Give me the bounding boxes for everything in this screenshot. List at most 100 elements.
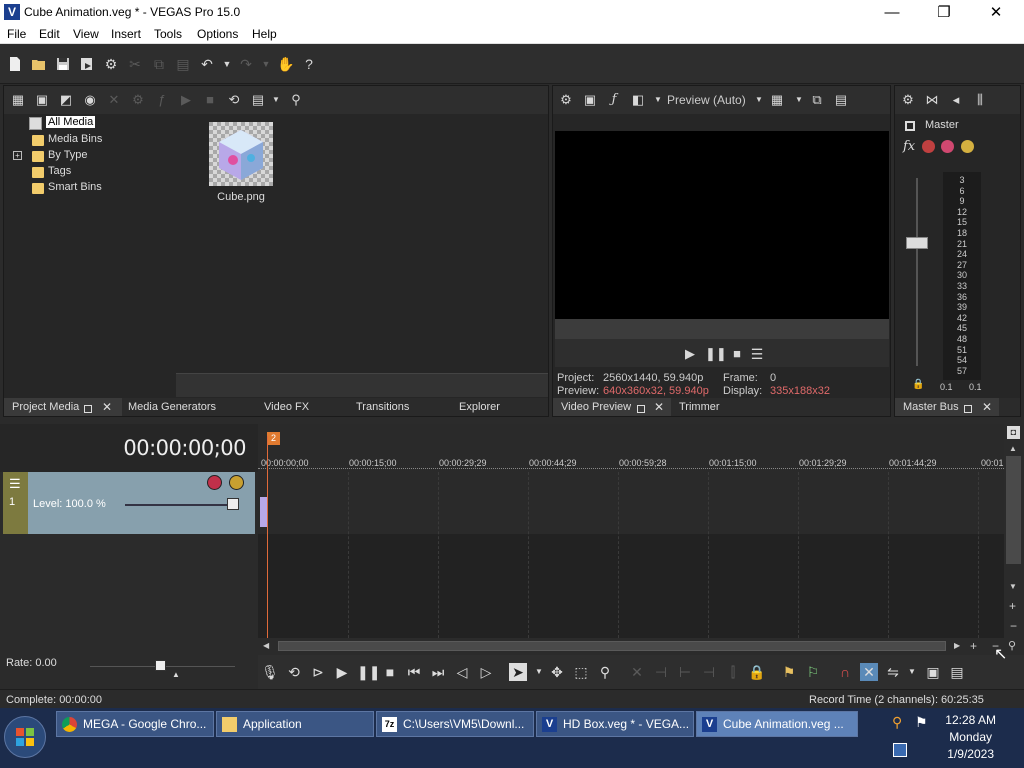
automation-icon[interactable]	[922, 140, 935, 153]
loop-playback-icon[interactable]: ⟲	[285, 663, 303, 681]
timeline-ruler[interactable]: 2 00:00:00;00 00:00:15;00 00:00:29;29 00…	[258, 424, 1004, 472]
track-mute-icon[interactable]	[207, 475, 222, 490]
pause-icon[interactable]: ❚❚	[357, 663, 380, 681]
search-tray-icon[interactable]: ⚲	[892, 714, 902, 731]
scroll-down-icon[interactable]: ▼	[1009, 582, 1017, 591]
split-dropdown-icon[interactable]: ▼	[650, 92, 666, 108]
lock-event-icon[interactable]: 🔒	[748, 663, 766, 681]
timeline-tracks-area[interactable]	[258, 472, 1004, 638]
tree-item-smart-bins[interactable]: Smart Bins	[48, 181, 102, 193]
close-tab-icon[interactable]: ✕	[982, 400, 992, 414]
timeline-horizontal-scrollbar[interactable]: ◀ ▶ + − ⚲	[258, 638, 1024, 655]
close-tab-icon[interactable]: ✕	[102, 400, 112, 414]
scroll-right-icon[interactable]: ▶	[954, 641, 960, 650]
network-tray-icon[interactable]	[893, 743, 907, 757]
preview-screen[interactable]	[555, 131, 889, 319]
master-properties-gear-icon[interactable]: ⚙	[900, 92, 916, 108]
menu-tools[interactable]: Tools	[154, 27, 182, 41]
capture-video-icon[interactable]: ▣	[34, 92, 50, 108]
ignore-event-grouping-icon[interactable]: ▤	[948, 663, 966, 681]
get-media-from-web-icon[interactable]: ◩	[58, 92, 74, 108]
tab-media-generators[interactable]: Media Generators	[128, 401, 216, 413]
taskbar-item-chrome[interactable]: MEGA - Google Chro...	[56, 711, 214, 737]
stop-preview-icon[interactable]: ■	[202, 92, 218, 108]
tab-trimmer[interactable]: Trimmer	[679, 401, 720, 413]
preview-properties-gear-icon[interactable]: ⚙	[558, 92, 574, 108]
properties-gear-icon[interactable]: ⚙	[103, 56, 119, 72]
timeline-vertical-scrollbar[interactable]: ◘ ▲ ▼ + −	[1004, 424, 1024, 638]
lock-envelopes-icon[interactable]: ▣	[924, 663, 942, 681]
tab-project-media[interactable]: Project Media	[12, 401, 79, 413]
master-fader-handle[interactable]	[906, 237, 928, 249]
go-to-end-icon[interactable]: ⏭	[429, 663, 447, 681]
menu-file[interactable]: File	[7, 27, 26, 41]
undo-icon[interactable]: ↶	[199, 56, 215, 72]
tree-item-tags[interactable]: Tags	[48, 165, 71, 177]
taskbar-item-7zip[interactable]: 7z C:\Users\VM5\Downl...	[376, 711, 534, 737]
stop-icon[interactable]: ■	[381, 663, 399, 681]
tab-video-preview[interactable]: Video Preview	[561, 401, 631, 413]
trim-end-icon[interactable]: ⊣	[700, 663, 718, 681]
minimize-button[interactable]: —	[869, 0, 915, 25]
mute-icon[interactable]	[941, 140, 954, 153]
menu-help[interactable]: Help	[252, 27, 277, 41]
copy-snapshot-icon[interactable]: ⧉	[809, 92, 825, 108]
snapping-magnet-icon[interactable]: ∩	[836, 663, 854, 681]
media-fx-icon[interactable]: ƒ	[154, 92, 170, 108]
video-output-fx-icon[interactable]: ƒ	[606, 92, 622, 108]
mixer-faders-icon[interactable]: ⫼	[972, 92, 988, 108]
media-item-cube[interactable]	[209, 122, 273, 186]
auto-crossfade-icon[interactable]: ✕	[860, 663, 878, 681]
vertical-scroll-thumb[interactable]	[1006, 456, 1021, 564]
remove-media-icon[interactable]: ✕	[106, 92, 122, 108]
taskbar-item-explorer[interactable]: Application	[216, 711, 374, 737]
scroll-up-icon[interactable]: ▲	[1009, 444, 1017, 453]
timecode-display[interactable]: 00:00:00;00	[123, 436, 246, 460]
expand-by-type-toggle[interactable]: +	[13, 151, 22, 160]
insert-region-icon[interactable]: ⚐	[804, 663, 822, 681]
get-photos-icon[interactable]: ◉	[82, 92, 98, 108]
tab-video-fx[interactable]: Video FX	[264, 401, 309, 413]
redo-icon[interactable]: ↷	[238, 56, 254, 72]
views-dropdown-icon[interactable]: ▼	[268, 92, 284, 108]
save-snapshot-icon[interactable]: ▤	[833, 92, 849, 108]
split-icon[interactable]: ⫿	[724, 663, 742, 681]
render-as-icon[interactable]	[79, 56, 95, 72]
menu-edit[interactable]: Edit	[39, 27, 60, 41]
preview-quality-dropdown-icon[interactable]: ▼	[751, 92, 767, 108]
pause-icon[interactable]: ❚❚	[705, 346, 727, 362]
previous-frame-icon[interactable]: ◁	[453, 663, 471, 681]
tab-transitions[interactable]: Transitions	[356, 401, 409, 413]
search-icon[interactable]: ⚲	[288, 92, 304, 108]
normal-edit-tool-icon[interactable]: ➤	[509, 663, 527, 681]
redo-dropdown-icon[interactable]: ▼	[258, 56, 274, 72]
video-track-lane[interactable]	[258, 472, 1004, 534]
save-icon[interactable]	[55, 56, 71, 72]
go-to-start-icon[interactable]: ⏮	[405, 663, 423, 681]
rate-slider-handle[interactable]	[155, 660, 166, 671]
track-level-slider[interactable]	[125, 504, 235, 506]
tree-item-media-bins[interactable]: Media Bins	[48, 133, 102, 145]
horizontal-scroll-thumb[interactable]	[278, 641, 946, 651]
zoom-in-horizontal-icon[interactable]: +	[970, 639, 977, 653]
tree-item-all-media[interactable]: All Media	[46, 116, 96, 128]
insert-marker-icon[interactable]: ⚑	[780, 663, 798, 681]
master-select-icon[interactable]	[905, 121, 915, 131]
copy-icon[interactable]: ⧉	[151, 56, 167, 72]
views-icon[interactable]: ▤	[250, 92, 266, 108]
media-properties-icon[interactable]: ⚙	[130, 92, 146, 108]
solo-icon[interactable]	[961, 140, 974, 153]
dim-output-icon[interactable]: ◂	[948, 92, 964, 108]
menu-view[interactable]: View	[73, 27, 99, 41]
trim-start-icon[interactable]: ⊢	[676, 663, 694, 681]
import-media-icon[interactable]: ▦	[10, 92, 26, 108]
close-button[interactable]: ✕	[973, 0, 1019, 25]
zoom-selection-icon[interactable]: ⚲	[596, 663, 614, 681]
lock-icon[interactable]: 🔒	[912, 379, 924, 390]
open-folder-icon[interactable]	[31, 56, 47, 72]
taskbar-item-vegas-hd-box[interactable]: V HD Box.veg * - VEGA...	[536, 711, 694, 737]
play-from-start-icon[interactable]: ⊳	[309, 663, 327, 681]
trim-icon[interactable]: ⊣	[652, 663, 670, 681]
marker-tool-icon[interactable]: ◘	[1007, 426, 1020, 439]
edit-tool-hand-icon[interactable]: ✋	[277, 56, 294, 72]
